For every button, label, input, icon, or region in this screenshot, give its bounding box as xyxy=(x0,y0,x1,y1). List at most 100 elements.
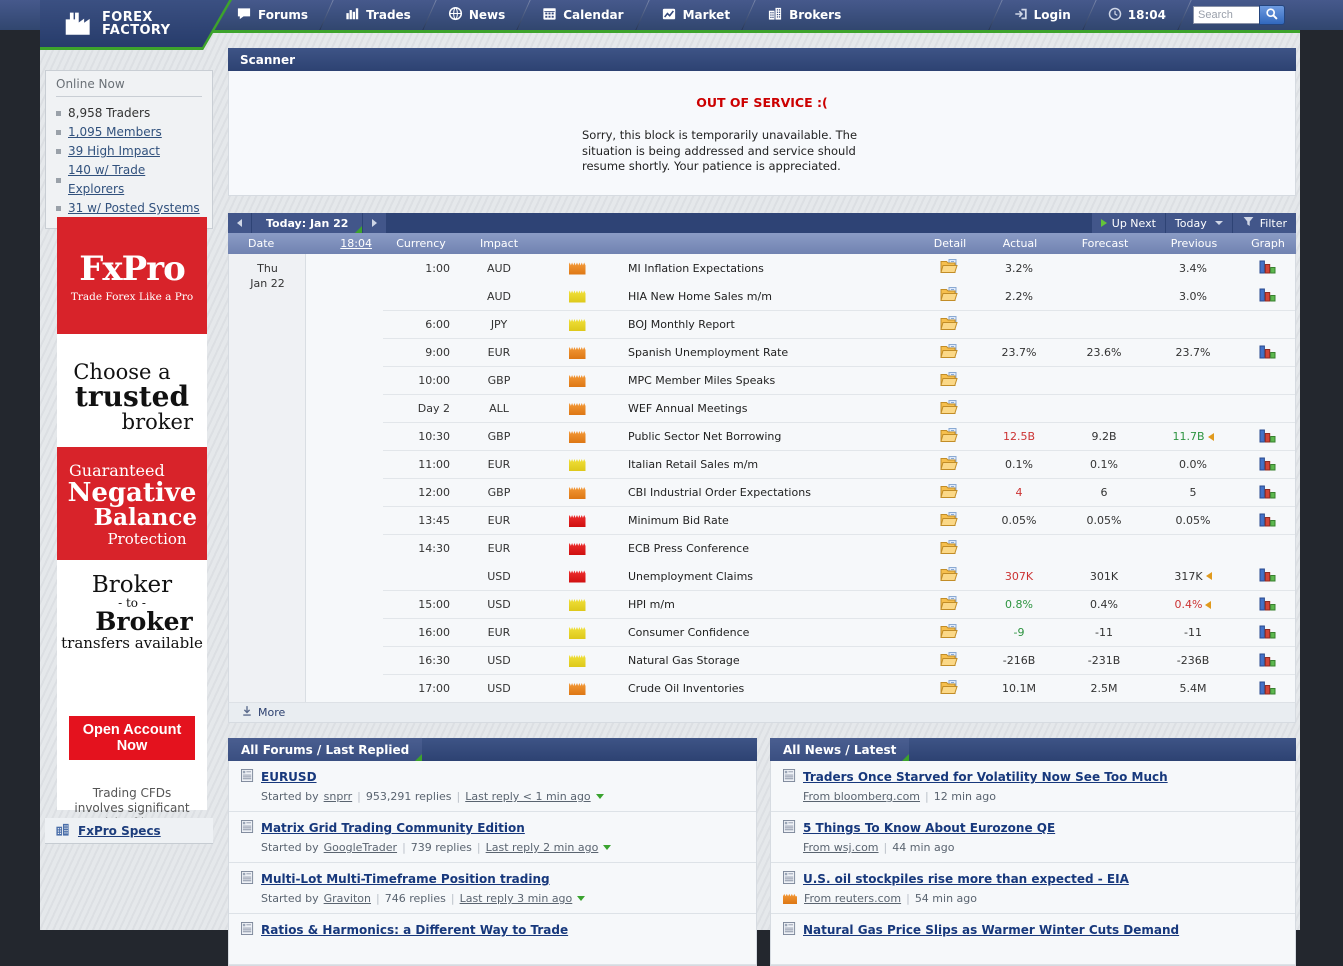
event-name[interactable]: Spanish Unemployment Rate xyxy=(612,346,921,359)
orange-impact-icon[interactable] xyxy=(569,430,586,443)
nav-item-calendar[interactable]: Calendar xyxy=(524,0,641,30)
event-name[interactable]: Crude Oil Inventories xyxy=(612,682,921,695)
graph-icon[interactable] xyxy=(1259,567,1276,585)
orange-impact-icon[interactable] xyxy=(569,682,586,695)
calendar-row[interactable]: 12:00GBPCBI Industrial Order Expectation… xyxy=(229,478,1295,506)
online-now-link[interactable]: 39 High Impact xyxy=(68,142,160,161)
orange-impact-icon[interactable] xyxy=(569,486,586,499)
calendar-next-day-button[interactable] xyxy=(363,213,386,233)
calendar-row[interactable]: 14:30EURECB Press Conference xyxy=(229,534,1295,562)
calendar-row[interactable]: 17:00USDCrude Oil Inventories10.1M2.5M5.… xyxy=(229,674,1295,702)
event-name[interactable]: Unemployment Claims xyxy=(612,570,921,583)
filter-button[interactable]: Filter xyxy=(1233,213,1296,233)
fxpro-ad-banner[interactable]: FxPro Trade Forex Like a Pro Choose a tr… xyxy=(57,217,207,810)
news-source-link[interactable]: From bloomberg.com xyxy=(803,790,920,803)
yellow-impact-icon[interactable] xyxy=(569,626,586,639)
event-name[interactable]: MPC Member Miles Speaks xyxy=(612,374,921,387)
calendar-today-tab[interactable]: Today: Jan 22 xyxy=(252,213,362,233)
graph-icon[interactable] xyxy=(1259,259,1276,277)
event-name[interactable]: WEF Annual Meetings xyxy=(612,402,921,415)
thread-title-link[interactable]: Ratios & Harmonics: a Different Way to T… xyxy=(261,923,568,937)
detail-folder-icon[interactable] xyxy=(940,652,958,670)
calendar-row[interactable]: AUDHIA New Home Sales m/m2.2%3.0% xyxy=(229,282,1295,310)
event-name[interactable]: Natural Gas Storage xyxy=(612,654,921,667)
event-name[interactable]: Consumer Confidence xyxy=(612,626,921,639)
calendar-row[interactable]: 11:00EURItalian Retail Sales m/m0.1%0.1%… xyxy=(229,450,1295,478)
detail-folder-icon[interactable] xyxy=(940,456,958,474)
news-title-link[interactable]: Natural Gas Price Slips as Warmer Winter… xyxy=(803,923,1179,937)
graph-icon[interactable] xyxy=(1259,624,1276,642)
open-account-button[interactable]: Open Account Now xyxy=(69,716,195,760)
up-next-button[interactable]: Up Next xyxy=(1092,213,1165,233)
yellow-impact-icon[interactable] xyxy=(569,458,586,471)
detail-folder-icon[interactable] xyxy=(940,624,958,642)
event-name[interactable]: HIA New Home Sales m/m xyxy=(612,290,921,303)
nav-item-forums[interactable]: Forums xyxy=(218,0,326,30)
login-button[interactable]: Login xyxy=(996,0,1089,30)
orange-impact-icon[interactable] xyxy=(569,346,586,359)
more-link[interactable]: More xyxy=(258,706,285,719)
nav-item-market[interactable]: Market xyxy=(643,0,749,30)
calendar-row[interactable]: 15:00USDHPI m/m0.8%0.4%0.4% xyxy=(229,590,1295,618)
detail-folder-icon[interactable] xyxy=(940,567,958,585)
event-name[interactable]: Minimum Bid Rate xyxy=(612,514,921,527)
nav-item-trades[interactable]: Trades xyxy=(327,0,429,30)
dropdown-arrow-icon[interactable] xyxy=(603,845,611,850)
graph-icon[interactable] xyxy=(1259,344,1276,362)
search-button[interactable] xyxy=(1259,5,1285,25)
graph-icon[interactable] xyxy=(1259,287,1276,305)
detail-folder-icon[interactable] xyxy=(940,287,958,305)
graph-icon[interactable] xyxy=(1259,484,1276,502)
detail-folder-icon[interactable] xyxy=(940,428,958,446)
thread-title-link[interactable]: Matrix Grid Trading Community Edition xyxy=(261,821,525,835)
yellow-impact-icon[interactable] xyxy=(569,654,586,667)
thread-starter-link[interactable]: Graviton xyxy=(324,892,371,905)
red-impact-icon[interactable] xyxy=(569,570,586,583)
detail-folder-icon[interactable] xyxy=(940,372,958,390)
detail-folder-icon[interactable] xyxy=(940,344,958,362)
forums-panel-title[interactable]: All Forums / Last Replied xyxy=(228,738,422,761)
detail-folder-icon[interactable] xyxy=(940,484,958,502)
search-input[interactable] xyxy=(1193,6,1259,24)
detail-folder-icon[interactable] xyxy=(940,400,958,418)
red-impact-icon[interactable] xyxy=(569,514,586,527)
last-reply-link[interactable]: Last reply < 1 min ago xyxy=(465,790,590,803)
last-reply-link[interactable]: Last reply 3 min ago xyxy=(460,892,573,905)
thread-title-link[interactable]: Multi-Lot Multi-Timeframe Position tradi… xyxy=(261,872,550,886)
thread-starter-link[interactable]: GoogleTrader xyxy=(324,841,397,854)
calendar-row[interactable]: 13:45EURMinimum Bid Rate0.05%0.05%0.05% xyxy=(229,506,1295,534)
orange-impact-icon[interactable] xyxy=(569,262,586,275)
graph-icon[interactable] xyxy=(1259,456,1276,474)
last-reply-link[interactable]: Last reply 2 min ago xyxy=(486,841,599,854)
yellow-impact-icon[interactable] xyxy=(569,598,586,611)
yellow-impact-icon[interactable] xyxy=(569,290,586,303)
graph-icon[interactable] xyxy=(1259,652,1276,670)
nav-item-news[interactable]: News xyxy=(430,0,523,30)
calendar-row[interactable]: 9:00EURSpanish Unemployment Rate23.7%23.… xyxy=(229,338,1295,366)
news-source-link[interactable]: From wsj.com xyxy=(803,841,879,854)
event-name[interactable]: MI Inflation Expectations xyxy=(612,262,921,275)
event-name[interactable]: BOJ Monthly Report xyxy=(612,318,921,331)
news-title-link[interactable]: Traders Once Starved for Volatility Now … xyxy=(803,770,1168,784)
detail-folder-icon[interactable] xyxy=(940,512,958,530)
online-now-link[interactable]: 31 w/ Posted Systems xyxy=(68,199,200,218)
thread-starter-link[interactable]: snprr xyxy=(324,790,353,803)
news-source-link[interactable]: From reuters.com xyxy=(804,892,901,905)
calendar-row[interactable]: 10:00GBPMPC Member Miles Speaks xyxy=(229,366,1295,394)
graph-icon[interactable] xyxy=(1259,428,1276,446)
dropdown-arrow-icon[interactable] xyxy=(577,896,585,901)
news-title-link[interactable]: U.S. oil stockpiles rise more than expec… xyxy=(803,872,1129,886)
news-panel-title[interactable]: All News / Latest xyxy=(770,738,909,761)
event-name[interactable]: Public Sector Net Borrowing xyxy=(612,430,921,443)
detail-folder-icon[interactable] xyxy=(940,540,958,558)
graph-icon[interactable] xyxy=(1259,512,1276,530)
event-name[interactable]: CBI Industrial Order Expectations xyxy=(612,486,921,499)
calendar-row[interactable]: 16:00EURConsumer Confidence-9-11-11 xyxy=(229,618,1295,646)
site-logo[interactable]: FOREX FACTORY xyxy=(40,0,232,50)
calendar-row[interactable]: Day 2ALLWEF Annual Meetings xyxy=(229,394,1295,422)
nav-item-brokers[interactable]: Brokers xyxy=(749,0,859,30)
col-time-link[interactable]: 18:04 xyxy=(305,237,378,250)
fxpro-specs-link[interactable]: FxPro Specs xyxy=(78,824,161,838)
thread-title-link[interactable]: EURUSD xyxy=(261,770,317,784)
yellow-impact-icon[interactable] xyxy=(569,318,586,331)
